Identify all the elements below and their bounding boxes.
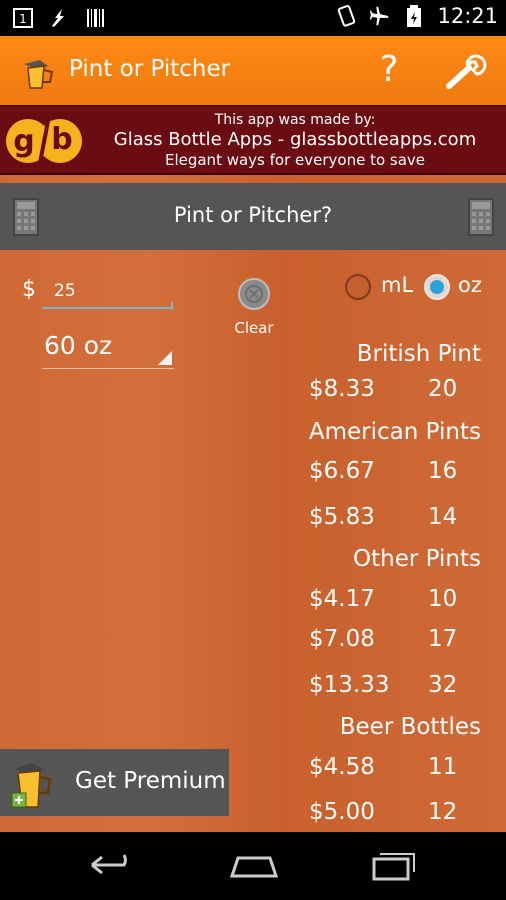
main-content: Pint or Pitcher? $ 60 oz Clear mL (0, 175, 506, 832)
result-price: $5.00 (309, 799, 375, 825)
calculator-title: Pint or Pitcher? (173, 203, 333, 227)
back-icon[interactable] (88, 850, 138, 880)
calculator-title-bar: Pint or Pitcher? (0, 183, 506, 250)
glass-bottle-apps-logo: g b (6, 119, 82, 164)
svg-text:b: b (51, 122, 72, 157)
airplane-icon (370, 6, 389, 26)
help-icon[interactable]: ? (374, 46, 404, 94)
section-heading: Beer Bottles (339, 714, 481, 740)
section-heading: British Pint (356, 341, 481, 367)
result-price: $8.33 (309, 376, 375, 402)
result-price: $4.58 (309, 754, 375, 780)
barcode-icon (87, 9, 104, 27)
battery-icon (407, 5, 422, 27)
result-price: $13.33 (309, 672, 390, 698)
wrench-icon[interactable] (443, 52, 489, 92)
size-dropdown[interactable]: 60 oz (42, 323, 174, 369)
input-underline-edge (171, 302, 173, 310)
banner-line3: Elegant ways for everyone to save (164, 151, 426, 169)
clear-icon (238, 278, 270, 310)
radio-oz[interactable] (424, 274, 450, 300)
result-price: $4.17 (309, 586, 375, 612)
flash-icon (52, 9, 64, 27)
radio-ml[interactable] (345, 274, 371, 300)
result-ounces: 12 (428, 799, 458, 825)
result-ounces: 20 (428, 376, 458, 402)
clear-button[interactable]: Clear (226, 275, 282, 339)
result-ounces: 16 (428, 458, 458, 484)
home-icon[interactable] (226, 850, 282, 880)
result-ounces: 11 (428, 754, 458, 780)
app-title: Pint or Pitcher (69, 56, 231, 82)
dropdown-arrow-icon (158, 351, 172, 365)
svg-text:1: 1 (19, 12, 27, 26)
result-ounces: 14 (428, 504, 458, 530)
size-dropdown-value: 60 oz (44, 331, 113, 360)
get-premium-label: Get Premium (75, 768, 226, 794)
recent-apps-icon[interactable] (370, 850, 420, 882)
clock: 12:21 (437, 4, 498, 28)
banner-line1: This app was made by: (214, 112, 376, 128)
result-ounces: 17 (428, 626, 458, 652)
svg-text:g: g (13, 124, 34, 159)
status-bar: 1 12:21 (0, 0, 506, 36)
section-heading: Other Pints (353, 546, 481, 572)
get-premium-button[interactable]: Get Premium (0, 749, 229, 816)
radio-ml-label[interactable]: mL (381, 273, 413, 297)
action-bar: Pint or Pitcher ? (0, 36, 506, 105)
calculator-icon (468, 198, 494, 236)
app-logo-icon (24, 60, 54, 89)
banner-line2: Glass Bottle Apps - glassbottleapps.com (113, 129, 477, 150)
result-price: $5.83 (309, 504, 375, 530)
unit-radio-group: mL oz (345, 272, 495, 302)
result-price: $6.67 (309, 458, 375, 484)
result-ounces: 10 (428, 586, 458, 612)
navigation-bar (0, 832, 506, 900)
price-input[interactable] (42, 275, 172, 309)
result-ounces: 32 (428, 672, 458, 698)
result-price: $7.08 (309, 626, 375, 652)
promo-banner[interactable]: g b This app was made by: Glass Bottle A… (0, 105, 506, 175)
currency-symbol: $ (22, 277, 36, 302)
section-heading: American Pints (308, 419, 481, 445)
vibrate-icon (338, 5, 356, 27)
notification-count-icon: 1 (13, 8, 33, 28)
radio-oz-label[interactable]: oz (458, 273, 482, 297)
clear-label: Clear (234, 319, 274, 337)
premium-mug-icon (11, 763, 52, 808)
